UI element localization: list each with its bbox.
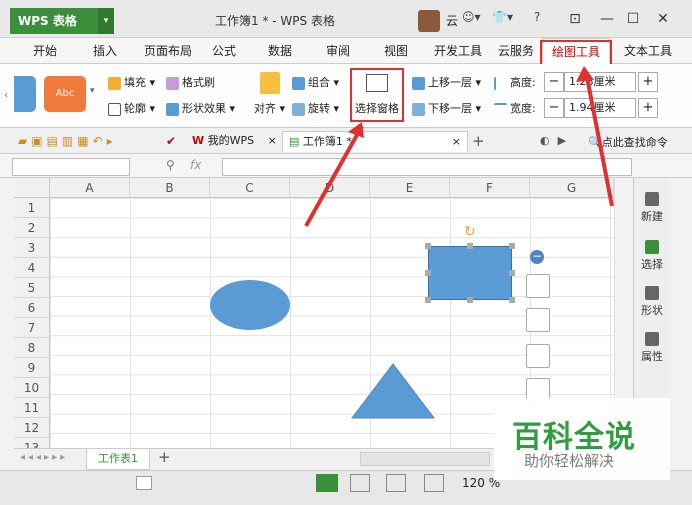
select-icon <box>645 240 659 254</box>
properties-icon <box>645 332 659 346</box>
shapes-icon <box>645 286 659 300</box>
sidebar-item-select[interactable]: 选择 <box>634 240 670 272</box>
wps-window: WPS 表格 ▾ 工作簿1 * - WPS 表格 云 ☺▾ 👕▾ ? ⊡ — ☐ … <box>0 0 692 505</box>
sidebar-item-shapes[interactable]: 形状 <box>634 286 670 318</box>
sidebar-item-properties[interactable]: 属性 <box>634 332 670 364</box>
normal-view-icon[interactable] <box>316 474 338 492</box>
sheet-tab[interactable]: 工作表1 <box>86 449 150 470</box>
new-icon <box>645 192 659 206</box>
page-break-view-icon[interactable] <box>350 474 370 492</box>
watermark-subtitle: 助你轻松解决 <box>524 452 615 470</box>
watermark: 百科全说 助你轻松解决 <box>494 398 670 480</box>
sidebar-item-new[interactable]: 新建 <box>634 192 670 224</box>
macro-record-icon[interactable] <box>136 476 152 490</box>
horizontal-scrollbar[interactable] <box>360 452 490 466</box>
sheet-nav-icons[interactable]: ◂◂◂▸▸▸ <box>20 452 68 463</box>
add-sheet-button[interactable]: + <box>158 448 171 466</box>
reading-view-icon[interactable] <box>424 474 444 492</box>
page-layout-view-icon[interactable] <box>386 474 406 492</box>
